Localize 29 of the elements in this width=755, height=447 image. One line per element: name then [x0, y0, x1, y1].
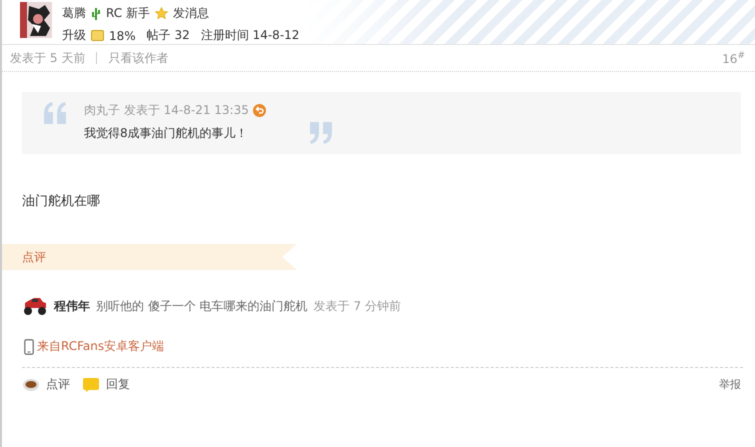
- close-quote-icon: [308, 122, 334, 144]
- comment-text: 别听他的 傻子一个 电车哪来的油门舵机: [96, 298, 308, 314]
- quote-author-time: 肉丸子 发表于 14-8-21 13:35: [84, 102, 249, 119]
- speech-bubble-icon: [82, 376, 100, 392]
- post-time: 发表于 5 天前: [10, 50, 86, 66]
- comment-time: 发表于 7 分钟前: [314, 298, 401, 314]
- author-name[interactable]: 葛腾: [62, 5, 86, 22]
- reply-button[interactable]: 回复: [82, 376, 130, 393]
- post-count: 帖子 32: [146, 27, 190, 44]
- upgrade-label: 升级: [62, 27, 86, 44]
- upgrade-percent: 18%: [109, 28, 136, 42]
- cup-icon: [22, 378, 40, 392]
- back-arrow-icon[interactable]: [252, 104, 266, 117]
- comment-user[interactable]: 程伟年: [54, 298, 90, 314]
- star-icon: [154, 7, 168, 20]
- client-link[interactable]: 来自RCFans安卓客户端: [37, 338, 164, 355]
- comments-banner: 点评: [2, 244, 297, 270]
- cactus-icon: [91, 6, 101, 20]
- comment-button[interactable]: 点评: [22, 376, 70, 393]
- user-group[interactable]: RC 新手: [106, 5, 150, 22]
- send-message-link[interactable]: 发消息: [172, 5, 209, 22]
- folder-icon: [91, 30, 104, 41]
- quote-text: 我觉得8成事油门舵机的事儿！: [84, 125, 249, 142]
- report-link[interactable]: 举报: [719, 377, 741, 392]
- registration-date: 注册时间 14-8-12: [200, 27, 300, 44]
- open-quote-icon: [42, 102, 68, 124]
- phone-icon: [24, 338, 34, 354]
- rc-truck-icon: [22, 296, 48, 316]
- post-body: 油门舵机在哪: [21, 193, 101, 211]
